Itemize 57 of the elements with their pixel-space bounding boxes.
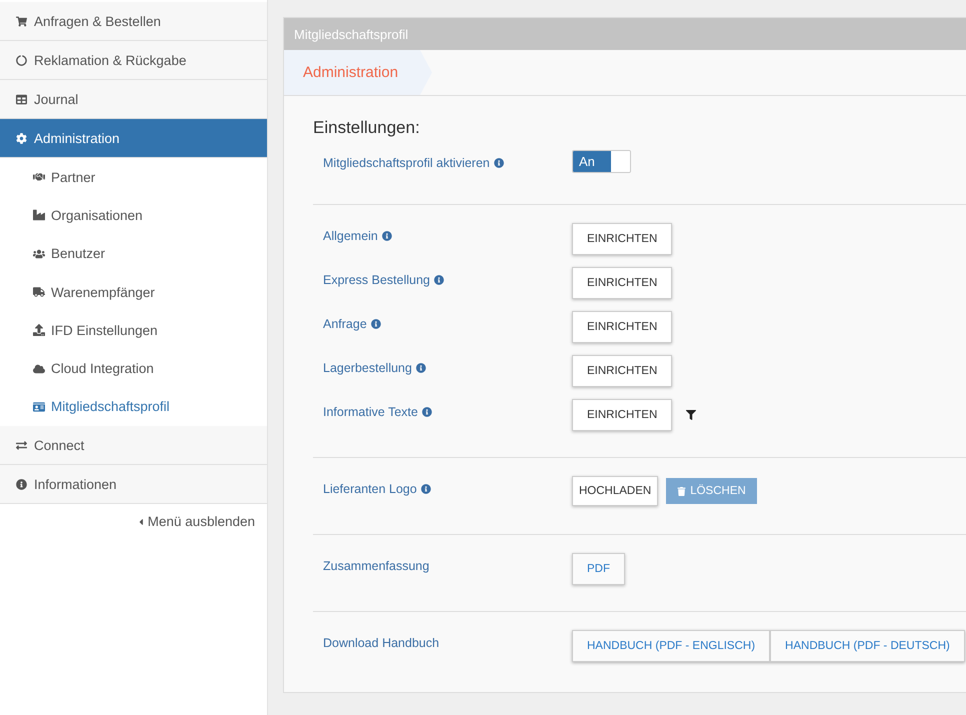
handshake-icon <box>33 171 45 184</box>
users-icon <box>33 248 45 260</box>
info-icon[interactable] <box>416 363 426 373</box>
toggle-switch[interactable]: An <box>572 150 631 173</box>
setting-label: Lieferanten Logo <box>323 482 417 496</box>
sidebar-item[interactable]: Informationen <box>0 465 267 504</box>
sidebar-subitem[interactable]: Organisationen <box>0 196 267 235</box>
factory-icon <box>33 209 45 222</box>
setting-label: Express Bestellung <box>323 273 430 287</box>
info-icon[interactable] <box>422 407 432 417</box>
collapse-menu-link[interactable]: Menü ausblenden <box>136 514 255 530</box>
sidebar-subitem[interactable]: Benutzer <box>0 234 267 273</box>
arrows-icon <box>16 440 27 451</box>
setting-label: Mitgliedschaftsprofil aktivieren <box>323 156 490 170</box>
sidebar-item[interactable]: Administration <box>0 119 267 158</box>
setup-button[interactable]: EINRICHTEN <box>572 399 672 431</box>
sidebar-subitem[interactable]: Mitgliedschaftsprofil <box>0 388 267 426</box>
id-card-icon <box>33 400 45 413</box>
download-button[interactable]: PDF <box>572 553 625 585</box>
setup-button[interactable]: EINRICHTEN <box>572 311 672 343</box>
download-button[interactable]: HANDBUCH (PDF - ENGLISCH) <box>572 630 770 662</box>
setting-label: Anfrage <box>323 317 367 331</box>
sidebar-subitem[interactable]: Warenempfänger <box>0 272 267 312</box>
cloud-icon <box>33 362 45 375</box>
info-icon <box>16 478 27 490</box>
trash-icon <box>677 486 686 496</box>
ring-icon <box>16 54 27 66</box>
info-icon[interactable] <box>420 484 431 494</box>
cart-icon <box>16 16 27 26</box>
setting-label: Zusammenfassung <box>323 559 430 573</box>
setting-label: Allgemein <box>323 229 378 243</box>
sidebar-item[interactable]: Journal <box>0 80 267 119</box>
table-icon <box>16 94 27 104</box>
setting-label: Download Handbuch <box>323 636 440 650</box>
sidebar-subitem[interactable]: IFD Einstellungen <box>0 311 267 350</box>
gear-icon <box>16 132 27 144</box>
sidebar-subitem[interactable]: Partner <box>0 158 267 196</box>
setting-label: Lagerbestellung <box>323 361 412 375</box>
info-icon[interactable] <box>370 319 381 329</box>
download-button[interactable]: HANDBUCH (PDF - DEUTSCH) <box>770 630 965 662</box>
sidebar-item[interactable]: Reklamation & Rückgabe <box>0 41 267 80</box>
setup-button[interactable]: EINRICHTEN <box>572 267 672 299</box>
info-icon[interactable] <box>434 275 444 285</box>
setup-button[interactable]: EINRICHTEN <box>572 355 672 387</box>
sidebar-item[interactable]: Connect <box>0 426 267 466</box>
panel-title: Mitgliedschaftsprofil <box>284 18 966 50</box>
sidebar-subitem[interactable]: Cloud Integration <box>0 349 267 388</box>
upload-icon <box>33 324 45 336</box>
section-heading: Einstellungen: <box>313 118 421 138</box>
setup-button[interactable]: EINRICHTEN <box>572 223 672 255</box>
sidebar-item[interactable]: Anfragen & Bestellen <box>0 2 267 41</box>
filter-icon[interactable] <box>686 410 696 420</box>
info-icon[interactable] <box>494 158 504 168</box>
info-icon[interactable] <box>382 231 392 241</box>
setting-label: Informative Texte <box>323 405 418 419</box>
truck-icon <box>33 286 45 298</box>
setup-button[interactable]: HOCHLADEN <box>572 476 658 506</box>
